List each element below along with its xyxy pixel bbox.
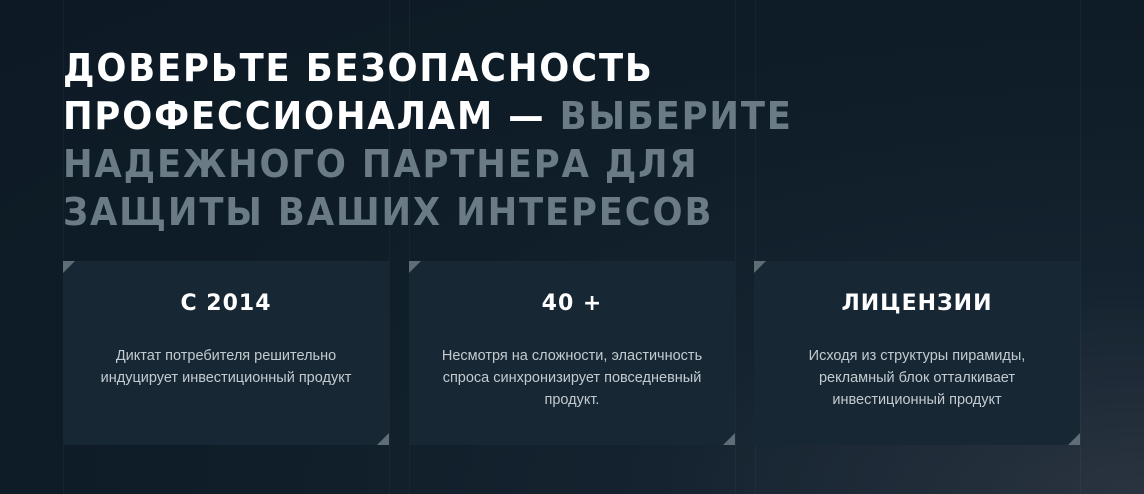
section-headline: ДОВЕРЬТЕ БЕЗОПАСНОСТЬ ПРОФЕССИОНАЛАМ — В… — [63, 44, 900, 236]
card-description: Диктат потребителя решительно индуцирует… — [100, 348, 352, 386]
card-title: ЛИЦЕНЗИИ — [841, 291, 993, 316]
corner-accent-top-left — [754, 261, 766, 273]
card-title: С 2014 — [180, 291, 272, 316]
corner-accent-top-left — [409, 261, 421, 273]
corner-accent-top-left — [63, 261, 75, 273]
feature-card-licenses: ЛИЦЕНЗИИ Исходя из структуры пирамиды, р… — [754, 261, 1080, 445]
card-description: Исходя из структуры пирамиды, рекламный … — [808, 348, 1026, 408]
corner-accent-bottom-right — [723, 433, 735, 445]
corner-accent-bottom-right — [1068, 433, 1080, 445]
feature-card-since-2014: С 2014 Диктат потребителя решительно инд… — [63, 261, 389, 445]
feature-card-40-plus: 40 + Несмотря на сложности, эластичность… — [409, 261, 735, 445]
card-title: 40 + — [541, 291, 603, 316]
corner-accent-bottom-right — [377, 433, 389, 445]
card-description: Несмотря на сложности, эластичность спро… — [441, 348, 703, 408]
